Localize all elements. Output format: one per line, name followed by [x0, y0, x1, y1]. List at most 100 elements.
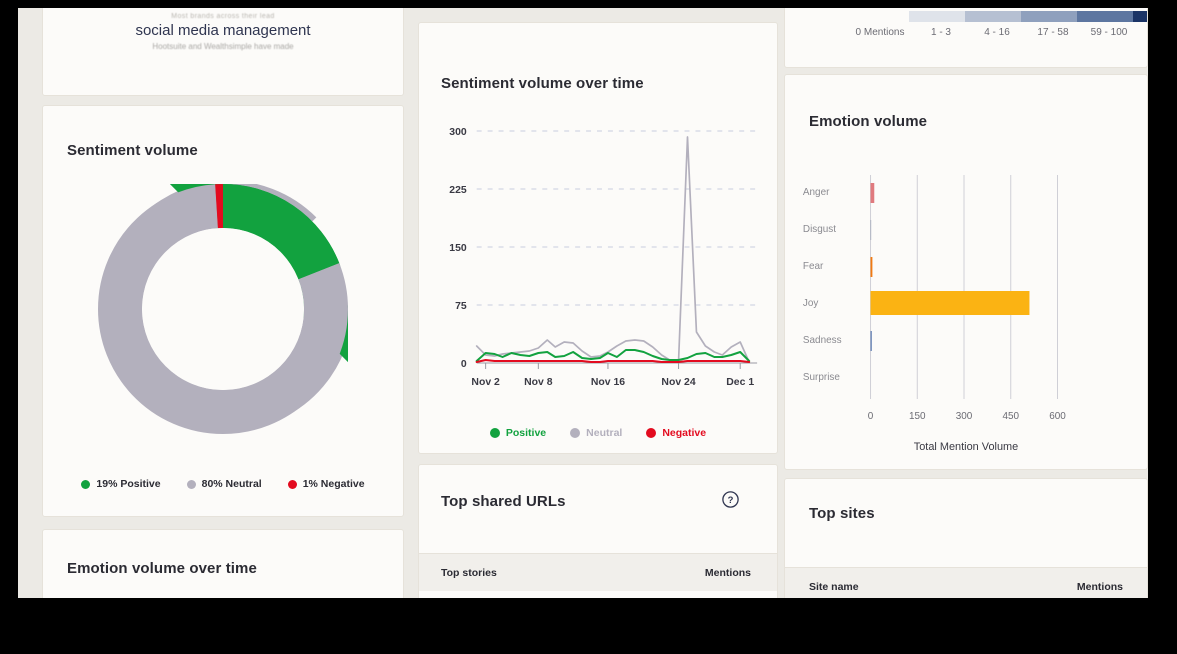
mentions-scale-card: 0 Mentions 1 - 3 4 - 16 17 - 58 59 - 100 [784, 8, 1148, 68]
svg-text:Dec 1: Dec 1 [726, 377, 754, 388]
svg-text:300: 300 [449, 127, 467, 138]
legend-dot-negative-icon [288, 480, 297, 489]
table-row[interactable]: 1 http://ow.ly/vSQ430oUIRHW 337 [419, 591, 777, 598]
line-chart-gridlines [477, 131, 757, 305]
sentiment-legend: 19% Positive 80% Neutral 1% Negative [43, 478, 403, 490]
promo-pretitle: Most brands across their lead [43, 13, 403, 20]
svg-text:225: 225 [449, 185, 467, 196]
scale-label-4: 59 - 100 [1081, 27, 1137, 38]
legend-item-negative[interactable]: 1% Negative [288, 478, 365, 490]
emotion-volume-card: Emotion volume Anger Disgust Fear Joy [784, 74, 1148, 470]
scale-label-2: 4 - 16 [969, 27, 1025, 38]
sentiment-donut-chart [43, 184, 403, 446]
svg-text:0: 0 [868, 411, 874, 422]
svg-text:Disgust: Disgust [803, 224, 836, 235]
svg-text:Nov 24: Nov 24 [661, 377, 695, 388]
top-shared-urls-card: Top shared URLs ? Top stories Mentions 1… [418, 464, 778, 598]
line-legend-item-neutral[interactable]: Neutral [570, 427, 622, 439]
top-sites-title: Top sites [809, 505, 875, 522]
svg-text:150: 150 [449, 243, 467, 254]
sentiment-volume-title: Sentiment volume [67, 142, 198, 159]
donut-svg [98, 184, 348, 434]
sentiment-over-time-title: Sentiment volume over time [441, 75, 644, 92]
scale-label-0: 0 Mentions [847, 27, 913, 38]
line-chart-legend: Positive Neutral Negative [419, 427, 777, 439]
legend-dot-neutral-icon [187, 480, 196, 489]
scale-swatch-3 [1077, 11, 1133, 22]
bar-chart-bars [871, 183, 1030, 351]
promo-card: Most brands across their lead social med… [42, 8, 404, 96]
svg-text:450: 450 [1002, 411, 1019, 422]
legend-dot-positive-icon [81, 480, 90, 489]
sentiment-volume-card: Sentiment volume [42, 105, 404, 517]
svg-text:Fear: Fear [803, 261, 824, 272]
svg-text:300: 300 [956, 411, 973, 422]
bar-anger[interactable] [871, 183, 875, 203]
line-legend-dot-negative-icon [646, 428, 656, 438]
bar-fear[interactable] [871, 257, 873, 277]
line-legend-label-negative: Negative [662, 427, 706, 439]
svg-text:?: ? [728, 495, 734, 506]
line-chart-x-tick-labels: Nov 2 Nov 8 Nov 16 Nov 24 Dec 1 [471, 377, 754, 388]
legend-item-neutral[interactable]: 80% Neutral [187, 478, 262, 490]
scale-swatch-4 [1133, 11, 1148, 22]
scale-label-3: 17 - 58 [1025, 27, 1081, 38]
svg-text:600: 600 [1049, 411, 1066, 422]
urls-column-mentions: Mentions [705, 567, 751, 579]
middle-column: Sentiment volume over time 300 225 150 7… [418, 8, 784, 598]
bar-chart-x-axis-title: Total Mention Volume [914, 441, 1018, 453]
left-column: Most brands across their lead social med… [18, 8, 416, 598]
emotion-volume-title: Emotion volume [809, 113, 927, 130]
scale-swatch-1 [965, 11, 1021, 22]
promo-title: social media management [43, 22, 403, 39]
sentiment-line-chart: 300 225 150 75 0 Nov 2 [419, 119, 777, 419]
dashboard-frame: Most brands across their lead social med… [18, 8, 1148, 598]
bar-sadness[interactable] [871, 331, 872, 351]
bar-chart-gridlines [871, 175, 1058, 399]
donut-center-hole [142, 228, 304, 390]
line-chart-y-tick-labels: 300 225 150 75 0 [449, 127, 467, 370]
svg-text:Sadness: Sadness [803, 335, 842, 346]
line-chart-x-ticks [486, 363, 741, 369]
urls-table-header: Top stories Mentions [419, 553, 777, 591]
bar-chart-category-labels: Anger Disgust Fear Joy Sadness Surprise [803, 187, 842, 383]
legend-item-positive[interactable]: 19% Positive [81, 478, 160, 490]
bar-disgust[interactable] [871, 220, 872, 240]
line-series-neutral[interactable] [477, 137, 749, 362]
line-legend-dot-neutral-icon [570, 428, 580, 438]
svg-text:Nov 16: Nov 16 [591, 377, 625, 388]
sites-table-header: Site name Mentions [785, 567, 1147, 598]
top-shared-urls-title: Top shared URLs [441, 493, 566, 510]
emotion-volume-over-time-card: Emotion volume over time [42, 529, 404, 598]
svg-text:Joy: Joy [803, 298, 818, 309]
legend-label-positive: 19% Positive [96, 478, 160, 490]
sentiment-over-time-card: Sentiment volume over time 300 225 150 7… [418, 22, 778, 454]
urls-column-stories: Top stories [441, 567, 497, 579]
sites-column-name: Site name [809, 581, 859, 593]
mentions-scale-swatches [909, 11, 1148, 22]
bar-chart-x-tick-labels: 0 150 300 450 600 [868, 411, 1066, 422]
scale-label-1: 1 - 3 [913, 27, 969, 38]
legend-label-neutral: 80% Neutral [202, 478, 262, 490]
dashboard-stage: Most brands across their lead social med… [18, 8, 1148, 598]
scale-swatch-0 [909, 11, 965, 22]
line-legend-item-negative[interactable]: Negative [646, 427, 706, 439]
right-column: 0 Mentions 1 - 3 4 - 16 17 - 58 59 - 100… [784, 8, 1148, 598]
help-circle-icon[interactable]: ? [722, 491, 739, 513]
svg-text:75: 75 [455, 301, 467, 312]
emotion-volume-over-time-title: Emotion volume over time [67, 560, 257, 577]
emotion-bar-chart: Anger Disgust Fear Joy Sadness Surprise [785, 147, 1147, 457]
promo-subtitle: Hootsuite and Wealthsimple have made [43, 42, 403, 51]
legend-label-negative: 1% Negative [303, 478, 365, 490]
line-legend-label-neutral: Neutral [586, 427, 622, 439]
svg-text:150: 150 [909, 411, 926, 422]
mentions-scale-labels: 0 Mentions 1 - 3 4 - 16 17 - 58 59 - 100 [847, 27, 1137, 38]
svg-text:Anger: Anger [803, 187, 830, 198]
line-series-negative[interactable] [477, 360, 749, 362]
line-legend-dot-positive-icon [490, 428, 500, 438]
svg-text:Nov 2: Nov 2 [471, 377, 500, 388]
svg-text:0: 0 [461, 359, 467, 370]
line-legend-item-positive[interactable]: Positive [490, 427, 546, 439]
scale-swatch-2 [1021, 11, 1077, 22]
bar-joy[interactable] [871, 291, 1030, 315]
